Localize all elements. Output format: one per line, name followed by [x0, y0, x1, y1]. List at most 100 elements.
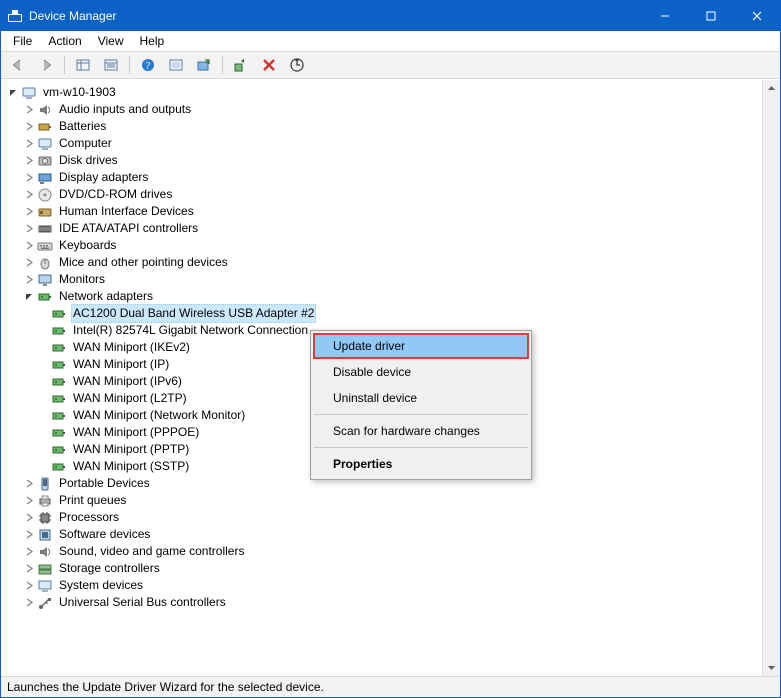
chevron-right-icon[interactable] — [23, 563, 35, 575]
chevron-right-icon[interactable] — [23, 495, 35, 507]
chevron-right-icon[interactable] — [23, 580, 35, 592]
printer-icon — [37, 493, 53, 509]
category-network-adapters[interactable]: Network adapters — [7, 288, 780, 305]
category-display-adapters[interactable]: Display adapters — [7, 169, 780, 186]
minimize-button[interactable] — [642, 1, 688, 31]
category-processors[interactable]: Processors — [7, 509, 780, 526]
disk-icon — [37, 153, 53, 169]
context-menu-separator — [314, 414, 528, 415]
toolbar-enable-button[interactable] — [228, 53, 254, 77]
chevron-right-icon[interactable] — [23, 597, 35, 609]
mouse-icon — [37, 255, 53, 271]
chevron-right-icon[interactable] — [23, 206, 35, 218]
network-adapter-icon — [51, 408, 67, 424]
chevron-right-icon[interactable] — [23, 104, 35, 116]
category-audio[interactable]: Audio inputs and outputs — [7, 101, 780, 118]
storage-controller-icon — [37, 561, 53, 577]
chevron-down-icon[interactable] — [23, 291, 35, 303]
software-device-icon — [37, 527, 53, 543]
category-label: Keyboards — [57, 237, 118, 254]
toolbar-scan-button[interactable] — [163, 53, 189, 77]
toolbar-back-button[interactable] — [5, 53, 31, 77]
menubar: File Action View Help — [1, 31, 780, 52]
computer-icon — [21, 85, 37, 101]
keyboard-icon — [37, 238, 53, 254]
context-menu: Update driver Disable device Uninstall d… — [310, 330, 532, 480]
display-adapter-icon — [37, 170, 53, 186]
toolbar-help-button[interactable]: ? — [135, 53, 161, 77]
device-ac1200[interactable]: AC1200 Dual Band Wireless USB Adapter #2 — [7, 305, 780, 322]
category-system-devices[interactable]: System devices — [7, 577, 780, 594]
category-usb-controllers[interactable]: Universal Serial Bus controllers — [7, 594, 780, 611]
toolbar-update-driver-button[interactable] — [191, 53, 217, 77]
category-label: Print queues — [57, 492, 128, 509]
network-adapter-icon — [51, 306, 67, 322]
chevron-right-icon[interactable] — [23, 138, 35, 150]
category-label: Universal Serial Bus controllers — [57, 594, 228, 611]
category-dvd[interactable]: DVD/CD-ROM drives — [7, 186, 780, 203]
category-label: Monitors — [57, 271, 107, 288]
network-adapter-icon — [51, 459, 67, 475]
category-computer[interactable]: Computer — [7, 135, 780, 152]
monitor-icon — [37, 272, 53, 288]
category-disk-drives[interactable]: Disk drives — [7, 152, 780, 169]
tree-root-row[interactable]: vm-w10-1903 — [7, 84, 780, 101]
chevron-down-icon[interactable] — [7, 87, 19, 99]
toolbar-forward-button[interactable] — [33, 53, 59, 77]
context-menu-disable-device[interactable]: Disable device — [313, 359, 529, 385]
chevron-right-icon[interactable] — [23, 478, 35, 490]
chevron-right-icon[interactable] — [23, 240, 35, 252]
scrollbar-down-arrow-icon[interactable] — [763, 659, 780, 676]
chevron-right-icon[interactable] — [23, 257, 35, 269]
category-keyboards[interactable]: Keyboards — [7, 237, 780, 254]
context-menu-uninstall-device[interactable]: Uninstall device — [313, 385, 529, 411]
chevron-right-icon[interactable] — [23, 189, 35, 201]
computer-icon — [37, 136, 53, 152]
category-ide[interactable]: IDE ATA/ATAPI controllers — [7, 220, 780, 237]
scrollbar-up-arrow-icon[interactable] — [763, 80, 780, 97]
menu-file[interactable]: File — [5, 32, 40, 50]
category-label: Portable Devices — [57, 475, 152, 492]
chevron-right-icon[interactable] — [23, 546, 35, 558]
category-label: Computer — [57, 135, 114, 152]
close-button[interactable] — [734, 1, 780, 31]
category-sound[interactable]: Sound, video and game controllers — [7, 543, 780, 560]
toolbar-scan-hardware-button[interactable] — [284, 53, 310, 77]
menu-action[interactable]: Action — [40, 32, 89, 50]
category-batteries[interactable]: Batteries — [7, 118, 780, 135]
toolbar-uninstall-button[interactable] — [256, 53, 282, 77]
category-software-devices[interactable]: Software devices — [7, 526, 780, 543]
vertical-scrollbar[interactable] — [762, 80, 780, 676]
category-print-queues[interactable]: Print queues — [7, 492, 780, 509]
context-menu-update-driver[interactable]: Update driver — [313, 333, 529, 359]
category-label: IDE ATA/ATAPI controllers — [57, 220, 200, 237]
device-label: AC1200 Dual Band Wireless USB Adapter #2 — [71, 304, 316, 323]
svg-text:?: ? — [146, 61, 151, 72]
network-adapter-icon — [51, 340, 67, 356]
window-controls — [642, 1, 780, 31]
chevron-right-icon[interactable] — [23, 512, 35, 524]
menu-help[interactable]: Help — [132, 32, 173, 50]
chevron-right-icon[interactable] — [23, 172, 35, 184]
menu-view[interactable]: View — [90, 32, 132, 50]
portable-device-icon — [37, 476, 53, 492]
chevron-right-icon[interactable] — [23, 223, 35, 235]
context-menu-properties[interactable]: Properties — [313, 451, 529, 477]
network-adapter-icon — [51, 357, 67, 373]
category-mice[interactable]: Mice and other pointing devices — [7, 254, 780, 271]
category-label: Disk drives — [57, 152, 120, 169]
toolbar-properties-button[interactable] — [98, 53, 124, 77]
category-monitors[interactable]: Monitors — [7, 271, 780, 288]
category-storage-controllers[interactable]: Storage controllers — [7, 560, 780, 577]
chevron-right-icon[interactable] — [23, 274, 35, 286]
chevron-right-icon[interactable] — [23, 155, 35, 167]
maximize-button[interactable] — [688, 1, 734, 31]
chevron-right-icon[interactable] — [23, 121, 35, 133]
tree-root-label: vm-w10-1903 — [41, 84, 118, 101]
chevron-right-icon[interactable] — [23, 529, 35, 541]
device-label: WAN Miniport (IKEv2) — [71, 339, 192, 356]
category-hid[interactable]: Human Interface Devices — [7, 203, 780, 220]
context-menu-scan-hardware[interactable]: Scan for hardware changes — [313, 418, 529, 444]
toolbar-show-hide-tree-button[interactable] — [70, 53, 96, 77]
category-label: Human Interface Devices — [57, 203, 196, 220]
